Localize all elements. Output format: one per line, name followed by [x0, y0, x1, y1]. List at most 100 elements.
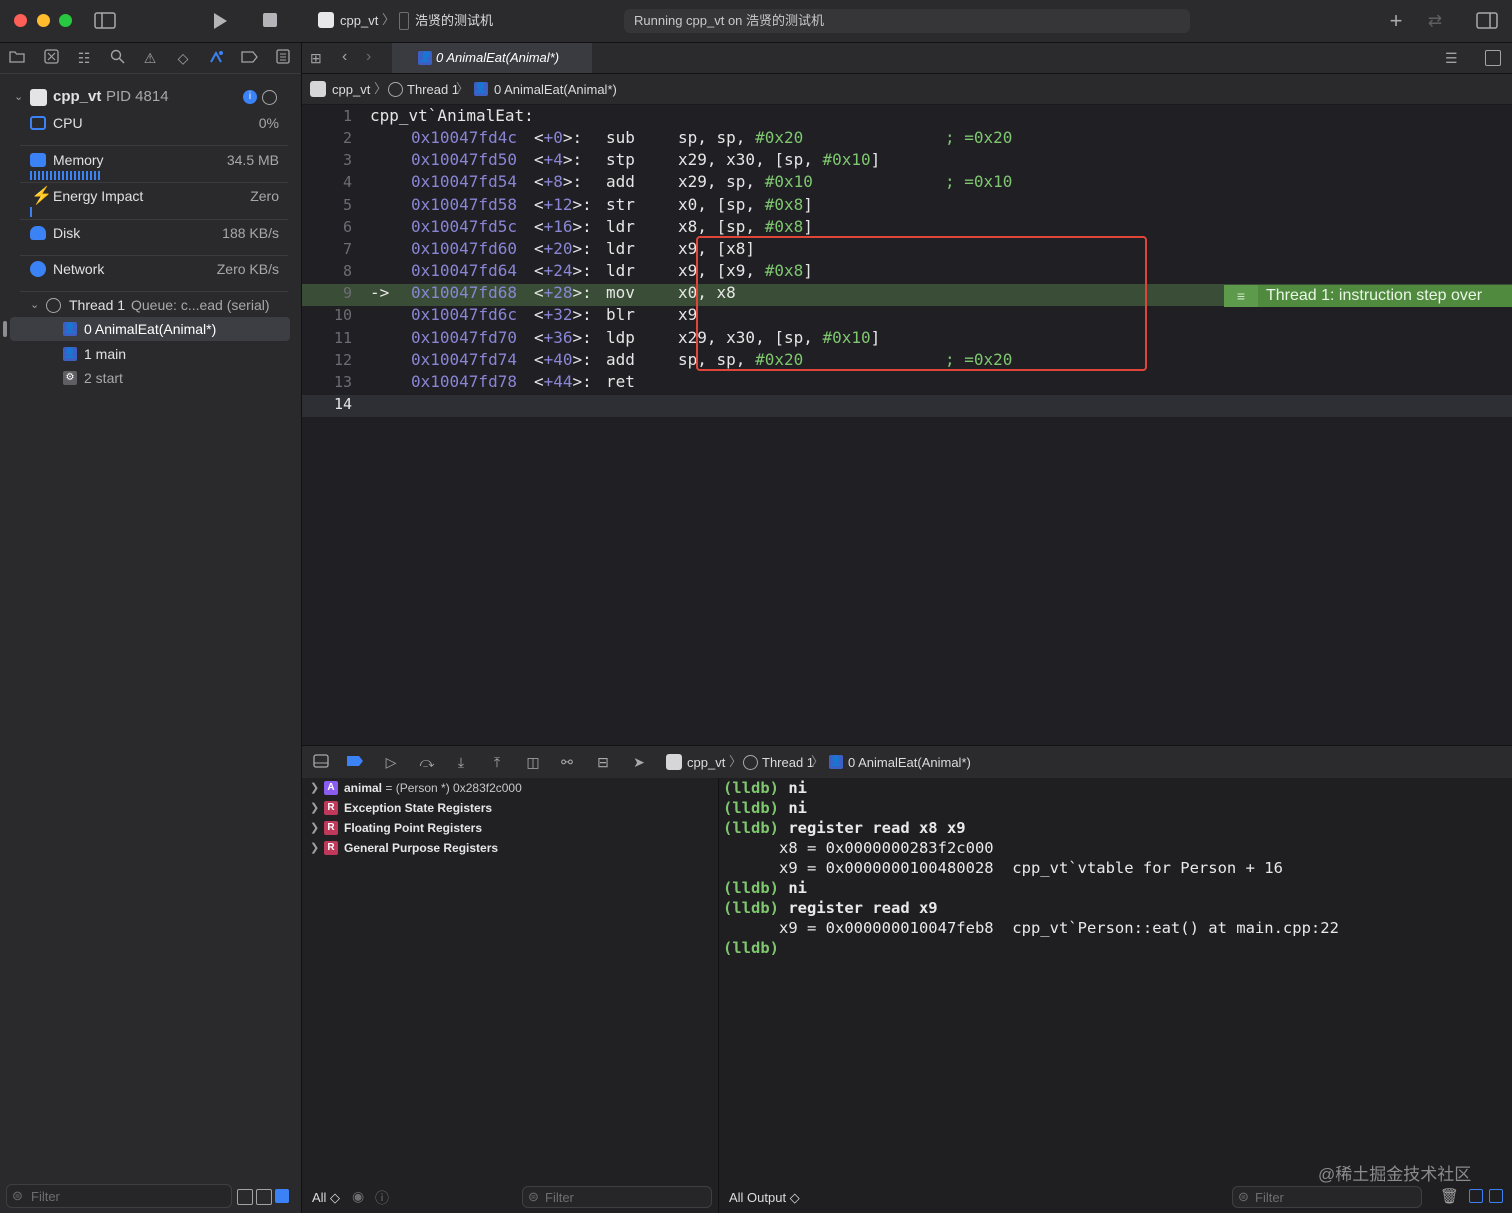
minimize-window-button[interactable] — [37, 14, 50, 27]
debug-crumb-thread[interactable]: Thread 1 — [762, 755, 814, 771]
gauge-network[interactable]: Network Zero KB/s — [0, 257, 301, 281]
continue-icon[interactable]: ▷ — [382, 754, 400, 770]
filter-option-active-icon[interactable] — [275, 1189, 289, 1203]
scheme-name[interactable]: cpp_vt — [340, 13, 378, 29]
debug-navigator-icon[interactable] — [207, 49, 225, 67]
frame-row-0[interactable]: 👤 0 AnimalEat(Animal*) — [0, 317, 301, 341]
variables-view[interactable]: ❯ Aanimal = (Person *) 0x283f2c000 ❯ R Excep… — [302, 778, 719, 1213]
offset-value: +40 — [543, 349, 573, 369]
step-over-icon[interactable]: ⤼ — [418, 754, 436, 770]
console-view[interactable]: (lldb) ni (lldb) ni (lldb) register read x… — [719, 778, 1512, 1213]
debug-crumb-frame[interactable]: 0 AnimalEat(Animal*) — [848, 755, 971, 771]
show-console-toggle-icon[interactable] — [1489, 1189, 1503, 1203]
line-number: 12 — [333, 350, 352, 369]
issue-icon[interactable]: ⚠ — [141, 49, 159, 67]
report-icon[interactable] — [274, 49, 292, 67]
device-name[interactable]: 浩贤的测试机 — [415, 13, 493, 29]
annotation-highlight-box — [696, 236, 1147, 371]
environment-overrides-icon[interactable]: ⊟ — [594, 754, 612, 770]
instruction-address: 0x10047fd58 — [411, 194, 517, 214]
zoom-window-button[interactable] — [59, 14, 72, 27]
forward-icon[interactable]: › — [366, 48, 371, 66]
test-icon[interactable]: ◇ — [174, 49, 192, 67]
frame-row-1[interactable]: 👤 1 main — [0, 342, 301, 366]
hide-debug-area-icon[interactable] — [312, 754, 330, 770]
function-label: cpp_vt`AnimalEat: — [370, 106, 534, 125]
grid-icon[interactable]: ⊞ — [310, 50, 326, 66]
view-hierarchy-icon[interactable]: ◫ — [524, 754, 542, 770]
memory-graph-icon[interactable]: ⚯ — [558, 754, 576, 770]
search-icon[interactable] — [108, 49, 126, 67]
operand-text: sp, sp, — [678, 128, 756, 148]
variable-row[interactable]: ❯ R Exception State Registers — [302, 798, 718, 818]
split-editor-icon[interactable] — [1485, 50, 1501, 66]
variables-scope-popup[interactable]: All ◇ — [312, 1190, 340, 1206]
instruction-address: 0x10047fd78 — [411, 371, 517, 391]
trash-icon[interactable]: 🗑 — [1440, 1187, 1459, 1205]
step-out-icon[interactable]: ⤒ — [488, 754, 506, 770]
sidebar-toggle-icon[interactable] — [94, 12, 116, 32]
step-into-icon[interactable]: ⤓ — [452, 754, 470, 770]
show-variables-toggle-icon[interactable] — [1469, 1189, 1483, 1203]
source-control-icon[interactable] — [42, 49, 60, 67]
debug-crumb-project[interactable]: cpp_vt — [687, 755, 725, 771]
line-number: 14 — [333, 394, 352, 413]
info-icon[interactable]: ⓘ — [375, 1188, 389, 1208]
variable-name: Exception State Registers — [344, 798, 492, 818]
back-icon[interactable]: ‹ — [342, 48, 347, 66]
console-filter-input[interactable]: Filter — [1232, 1186, 1422, 1208]
pause-thread-icon[interactable] — [262, 90, 277, 105]
variable-row[interactable]: ❯ Aanimal = (Person *) 0x283f2c000 — [302, 778, 718, 798]
breakpoints-active-icon[interactable] — [346, 754, 364, 770]
instruction-address: 0x10047fd70 — [411, 327, 517, 347]
network-icon — [30, 261, 46, 277]
symbol-icon[interactable]: ☷ — [75, 49, 93, 67]
folder-icon[interactable] — [8, 49, 26, 67]
instruction-offset: <+40>: — [534, 349, 592, 369]
process-row[interactable]: ⌄ cpp_vt PID 4814 i — [0, 85, 301, 109]
inspector-toggle-icon[interactable] — [1476, 12, 1498, 32]
activity-status: Running cpp_vt on 浩贤的测试机 — [624, 9, 1190, 33]
frame-label: 1 main — [84, 346, 127, 362]
disclosure-down-icon[interactable]: ⌄ — [14, 85, 23, 109]
eye-icon[interactable]: ◉ — [352, 1188, 364, 1205]
thread-row[interactable]: ⌄ Thread 1 Queue: c...ead (serial) — [0, 293, 301, 317]
gauge-cpu[interactable]: CPU 0% — [0, 111, 301, 135]
gauge-energy[interactable]: ⚡ Energy Impact Zero — [0, 184, 301, 208]
disclosure-right-icon[interactable]: ❯ — [310, 778, 319, 798]
minimap-toggle-icon[interactable]: ☰ — [1445, 50, 1465, 66]
info-icon[interactable]: i — [243, 90, 257, 104]
disassembly-view[interactable]: 1 cpp_vt`AnimalEat: 2 0x10047fd4c <+0>: sub sp… — [302, 105, 1512, 745]
filter-option-icon[interactable] — [237, 1189, 253, 1205]
variable-name: General Purpose Registers — [344, 838, 498, 858]
disclosure-right-icon[interactable]: ❯ — [310, 798, 319, 818]
jumpbar-thread[interactable]: Thread 1 — [407, 82, 459, 98]
variables-filter-input[interactable]: Filter — [522, 1186, 712, 1208]
variable-name: animal = (Person *) 0x283f2c000 — [344, 778, 522, 798]
instruction-mnemonic: sub — [606, 128, 635, 148]
frame-row-2[interactable]: ⚙ 2 start — [0, 366, 301, 390]
run-button[interactable] — [210, 12, 230, 33]
variable-row[interactable]: ❯ R General Purpose Registers — [302, 838, 718, 858]
navigator-filter-input[interactable]: Filter — [6, 1184, 232, 1208]
location-icon[interactable]: ➤ — [630, 754, 648, 770]
tab-animaleat[interactable]: 👤 0 AnimalEat(Animal*) — [392, 43, 592, 73]
instruction-mnemonic: add — [606, 349, 635, 369]
filter-option-icon[interactable] — [256, 1189, 272, 1205]
add-icon[interactable]: + — [1386, 10, 1406, 32]
console-output-popup[interactable]: All Output ◇ — [729, 1190, 800, 1206]
stop-button[interactable] — [262, 13, 278, 30]
disclosure-right-icon[interactable]: ❯ — [310, 818, 319, 838]
jumpbar-project[interactable]: cpp_vt — [332, 82, 370, 98]
disclosure-right-icon[interactable]: ❯ — [310, 838, 319, 858]
gauge-memory[interactable]: Memory 34.5 MB — [0, 148, 301, 172]
gauge-disk[interactable]: Disk 188 KB/s — [0, 221, 301, 245]
swap-icon[interactable]: ⇄ — [1424, 12, 1446, 29]
console-text: register read x9 — [779, 899, 938, 917]
variable-row[interactable]: ❯ R Floating Point Registers — [302, 818, 718, 838]
jumpbar-frame[interactable]: 0 AnimalEat(Animal*) — [494, 82, 617, 98]
breakpoint-icon[interactable] — [240, 49, 258, 67]
disclosure-down-icon[interactable]: ⌄ — [30, 293, 39, 317]
gauge-value: 34.5 MB — [226, 152, 279, 168]
close-window-button[interactable] — [14, 14, 27, 27]
